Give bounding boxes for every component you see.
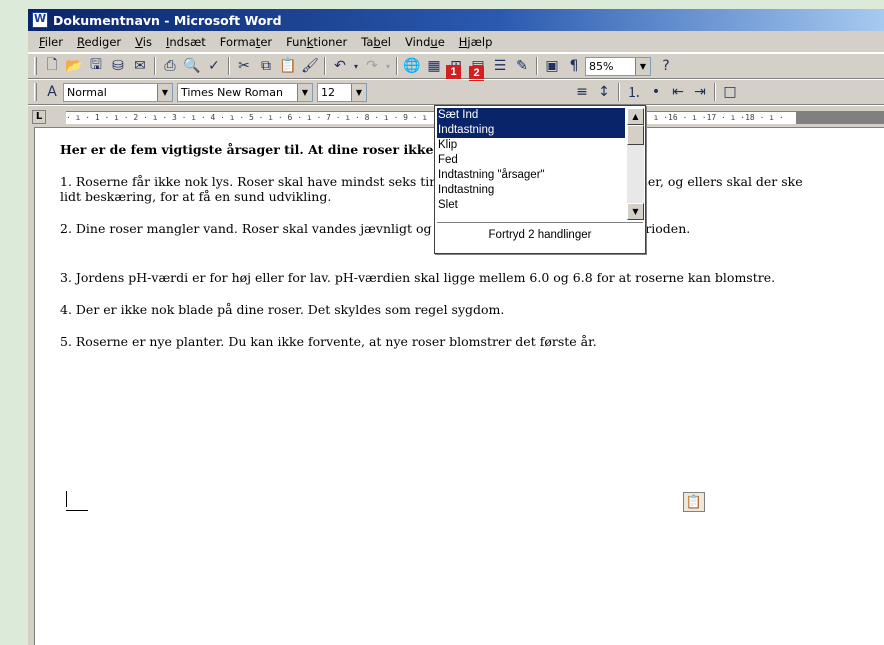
print-preview-icon[interactable]: 🔍 <box>181 55 203 77</box>
styles-pane-icon[interactable]: A <box>41 81 63 103</box>
show-formatting-icon[interactable]: ¶ <box>563 55 585 77</box>
email-icon[interactable]: ✉ <box>129 55 151 77</box>
undo-list: Sæt Ind Indtastning Klip Fed Indtastning "år… <box>437 108 625 222</box>
paragraph-4: 4. Der er ikke nok blade på dine roser. … <box>60 302 505 317</box>
formatting-toolbar: A Normal ▼ Times New Roman ▼ 12 ▼ ≡ ↕ ⒈ … <box>28 79 884 105</box>
paragraph-3: 3. Jordens pH-værdi er for høj eller for… <box>60 270 776 285</box>
font-size-value: 12 <box>321 85 335 99</box>
decrease-indent-icon[interactable]: ⇤ <box>667 81 689 103</box>
open-folder-icon[interactable]: 📂 <box>63 55 85 77</box>
cut-icon[interactable]: ✂ <box>233 55 255 77</box>
menu-item-6[interactable]: Tabel <box>354 35 398 49</box>
columns-icon[interactable]: ☰ <box>489 55 511 77</box>
end-of-document-mark <box>66 510 88 511</box>
font-select[interactable]: Times New Roman ▼ <box>177 82 313 102</box>
document-map-icon[interactable]: ▣ <box>541 55 563 77</box>
undo-list-item[interactable]: Fed <box>437 153 625 168</box>
menu-bar: Filer Rediger Vis Indsæt Formater Funktioner T… <box>28 31 884 53</box>
menu-item-4[interactable]: Formater <box>213 35 279 49</box>
menu-item-5[interactable]: Funktioner <box>279 35 354 49</box>
chevron-down-icon[interactable]: ▼ <box>635 57 650 75</box>
toolbar-grip[interactable] <box>34 83 37 101</box>
chevron-down-icon[interactable]: ▼ <box>351 83 366 101</box>
line-spacing-icon[interactable]: ↕ <box>593 81 615 103</box>
word-app-icon[interactable] <box>32 12 48 28</box>
menu-item-2[interactable]: Vis <box>128 35 159 49</box>
callout-badge-1: 1 <box>446 65 461 80</box>
word-window: Dokumentnavn - Microsoft Word FilerRedig… <box>28 9 884 645</box>
style-select[interactable]: Normal ▼ <box>63 82 173 102</box>
undo-list-item[interactable]: Klip <box>437 138 625 153</box>
undo-icon[interactable]: ↶ <box>329 55 351 77</box>
toolbar-separator <box>396 57 398 75</box>
ruler-margin <box>796 111 884 124</box>
zoom-select[interactable]: 85% ▼ <box>585 56 651 76</box>
font-size-select[interactable]: 12 ▼ <box>317 82 367 102</box>
toolbar-separator <box>618 83 620 101</box>
window-title: Dokumentnavn - Microsoft Word <box>53 12 282 28</box>
undo-dropdown: Sæt Ind Indtastning Klip Fed Indtastning "år… <box>434 105 646 254</box>
tab-selector[interactable]: L <box>32 110 46 124</box>
font-value: Times New Roman <box>181 85 283 99</box>
drawing-icon[interactable]: ✎ <box>511 55 533 77</box>
hyperlink-icon[interactable]: 🌐 <box>401 55 423 77</box>
copy-icon[interactable]: ⧉ <box>255 55 277 77</box>
style-value: Normal <box>67 85 107 99</box>
undo-list-item[interactable]: Indtastning <box>437 183 625 198</box>
increase-indent-icon[interactable]: ⇥ <box>689 81 711 103</box>
justify-icon[interactable]: ≡ <box>571 81 593 103</box>
undo-scrollbar[interactable]: ▲ ▼ <box>627 108 644 220</box>
zoom-value: 85% <box>589 59 614 73</box>
border-icon[interactable]: □ <box>719 81 741 103</box>
save-icon[interactable]: 🖫 <box>85 55 107 77</box>
menu-item-7[interactable]: Vindue <box>398 35 452 49</box>
numbering-icon[interactable]: ⒈ <box>623 81 645 103</box>
paragraph-5: 5. Roserne er nye planter. Du kan ikke f… <box>60 334 597 349</box>
scroll-thumb[interactable] <box>627 125 644 145</box>
help-icon[interactable]: ? <box>655 55 677 77</box>
toolbar-separator <box>536 57 538 75</box>
redo-icon[interactable]: ↷ <box>361 55 383 77</box>
text-cursor <box>66 491 67 507</box>
menu-item-1[interactable]: Rediger <box>70 35 128 49</box>
redo-dropdown-arrow[interactable]: ▾ <box>383 55 393 77</box>
undo-list-item[interactable]: Indtastning <box>437 123 625 138</box>
format-painter-icon[interactable]: 🖌 <box>299 55 321 77</box>
chevron-down-icon[interactable]: ▼ <box>157 83 172 101</box>
toolbar-grip[interactable] <box>34 57 37 75</box>
toolbar-separator <box>228 57 230 75</box>
chevron-down-icon[interactable]: ▼ <box>297 83 312 101</box>
bullets-icon[interactable]: • <box>645 81 667 103</box>
paste-options-icon[interactable]: 📋 <box>683 492 705 512</box>
undo-status: Fortryd 2 handlinger <box>437 222 643 250</box>
print-icon[interactable]: ⎙ <box>159 55 181 77</box>
title-bar: Dokumentnavn - Microsoft Word <box>28 9 884 31</box>
scroll-up-icon[interactable]: ▲ <box>627 108 644 125</box>
permission-icon[interactable]: ⛁ <box>107 55 129 77</box>
toolbar-separator <box>154 57 156 75</box>
tables-borders-icon[interactable]: ▦ <box>423 55 445 77</box>
toolbar-separator <box>714 83 716 101</box>
toolbar-separator <box>324 57 326 75</box>
new-document-icon[interactable]: 🗋 <box>41 55 63 77</box>
menu-item-8[interactable]: Hjælp <box>452 35 500 49</box>
paste-icon[interactable]: 📋 <box>277 55 299 77</box>
undo-list-item[interactable]: Slet <box>437 198 625 213</box>
menu-item-3[interactable]: Indsæt <box>159 35 213 49</box>
menu-item-0[interactable]: Filer <box>32 35 70 49</box>
scroll-down-icon[interactable]: ▼ <box>627 203 644 220</box>
undo-list-item[interactable]: Indtastning "årsager" <box>437 168 625 183</box>
spelling-icon[interactable]: ✓ <box>203 55 225 77</box>
undo-dropdown-arrow[interactable]: ▾ <box>351 55 361 77</box>
undo-list-item[interactable]: Sæt Ind <box>437 108 625 123</box>
